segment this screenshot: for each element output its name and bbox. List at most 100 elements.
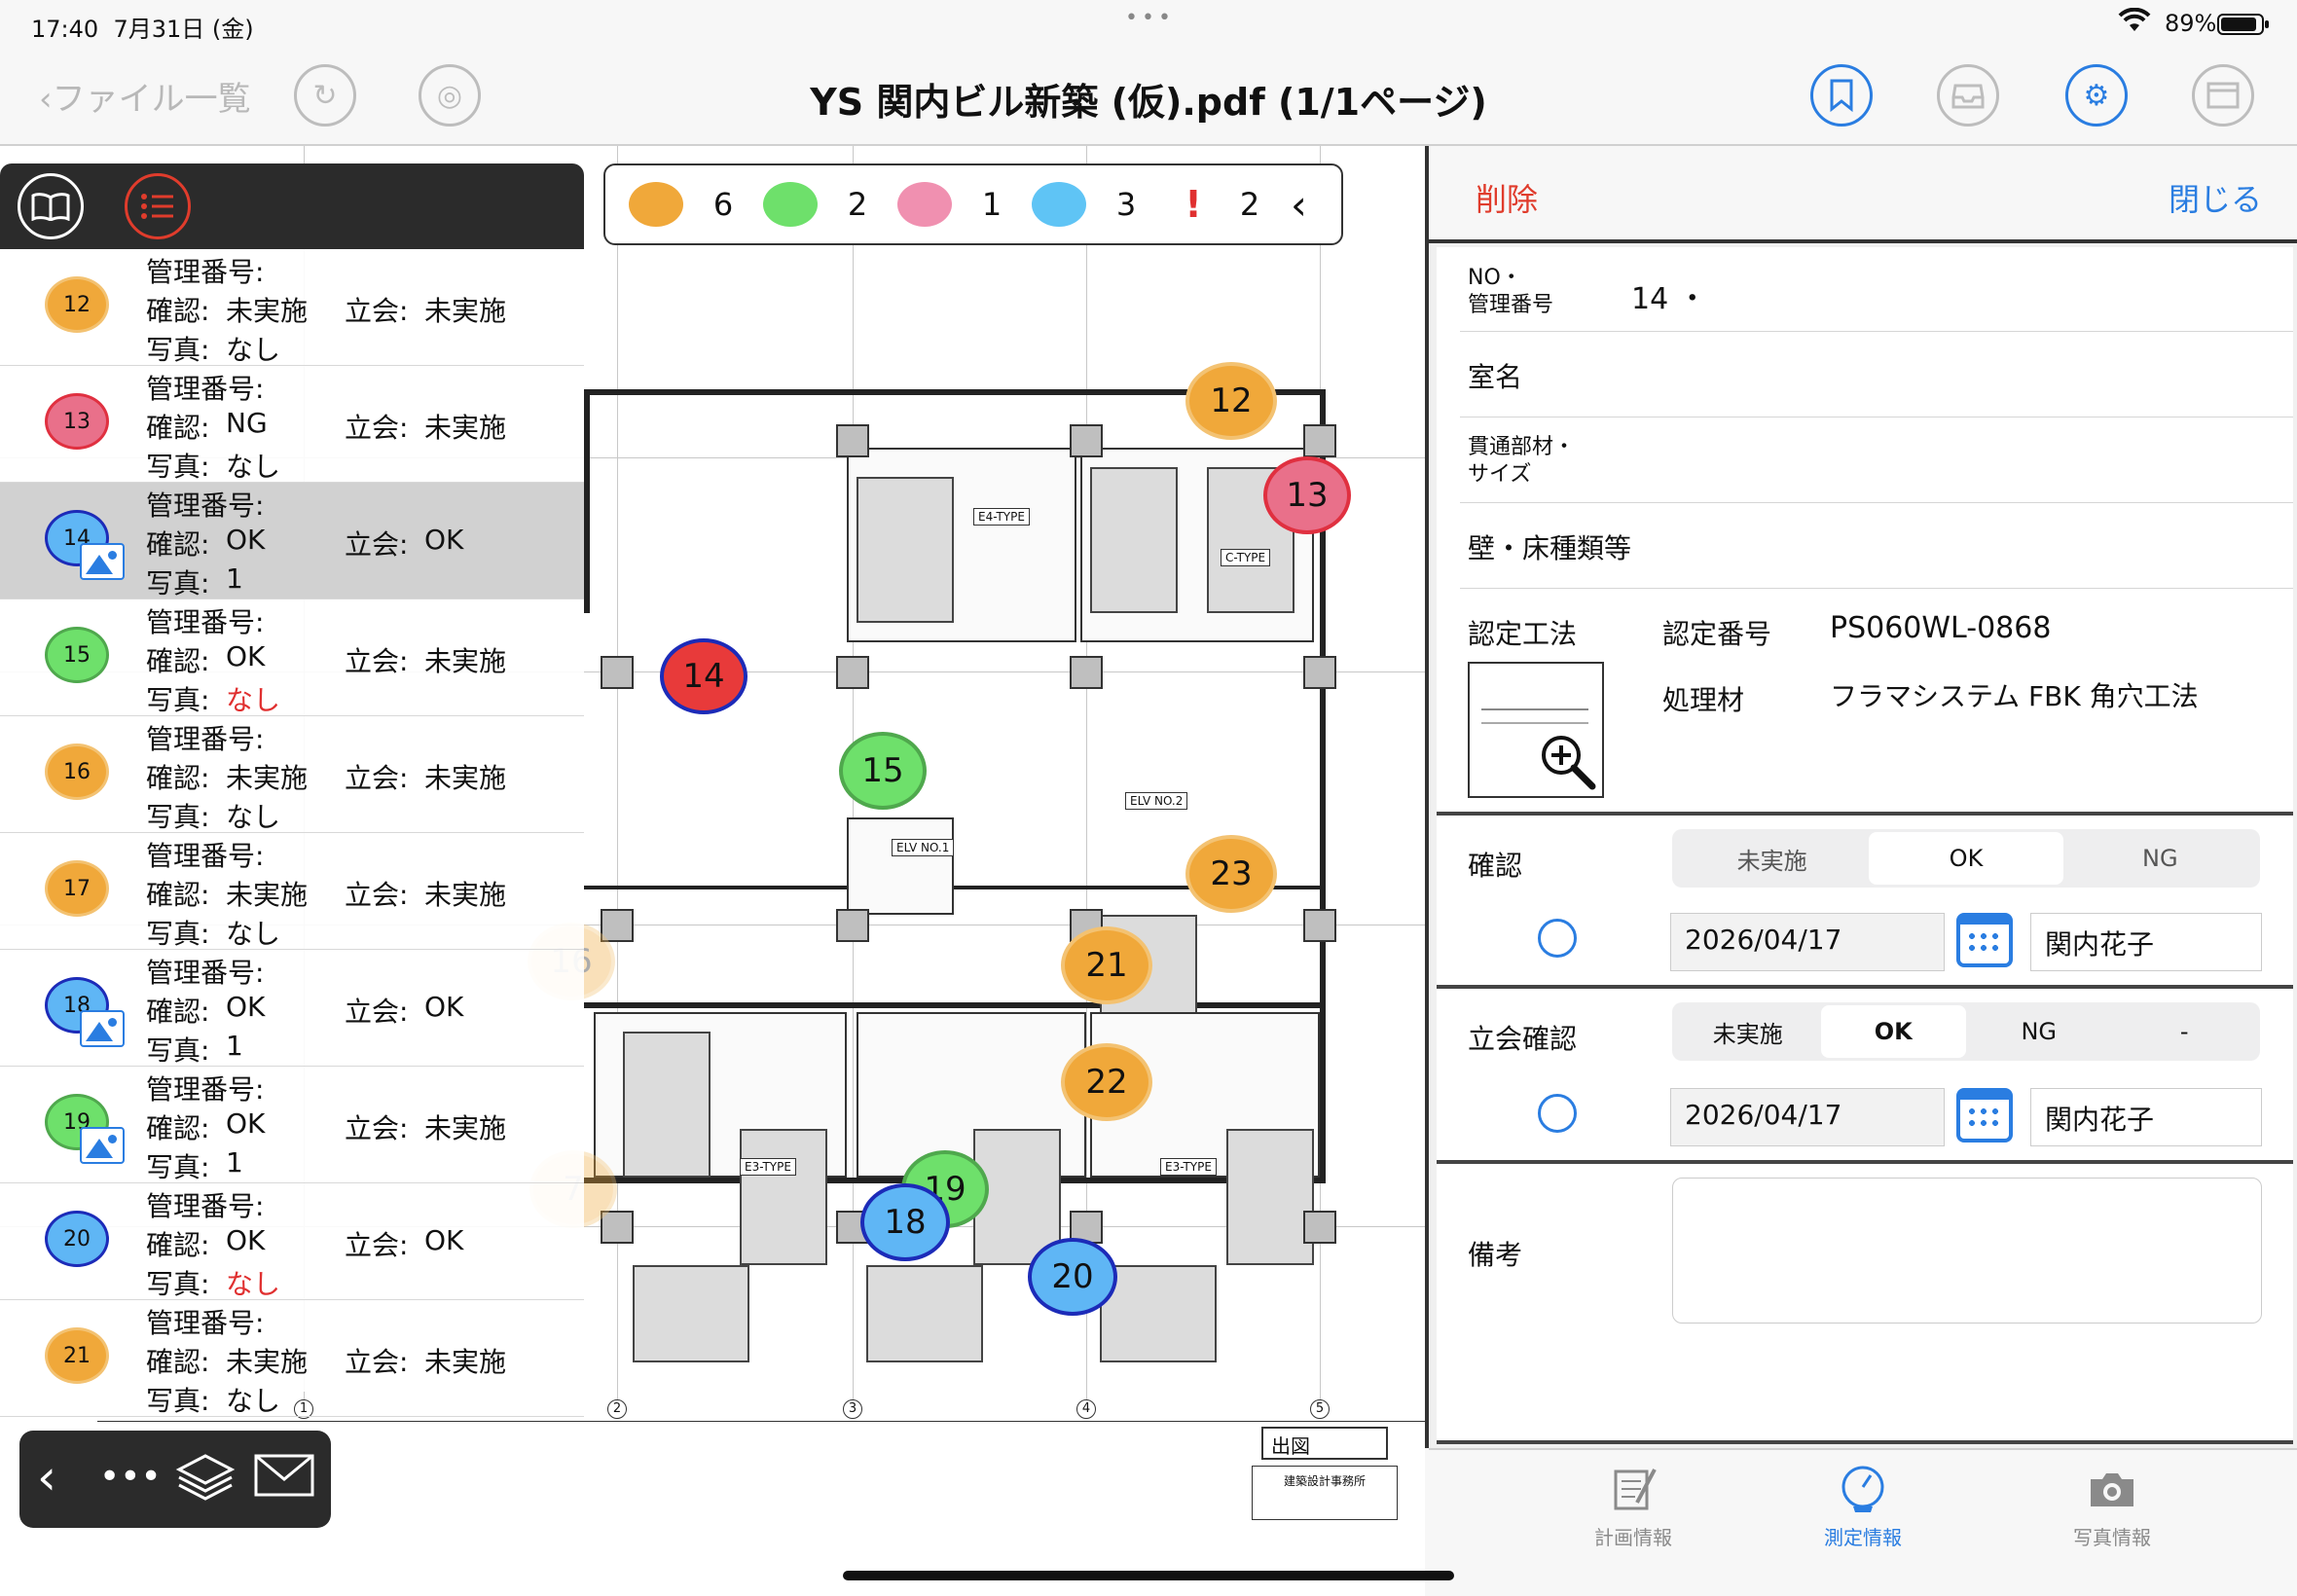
inspection-pin-23[interactable]: 23 [1185, 835, 1277, 913]
list-item[interactable]: 15 管理番号: 確認: OK 立会: 未実施 写真: なし [0, 599, 584, 716]
photo-value: なし [226, 801, 281, 833]
witness-option-ng[interactable]: NG [1966, 1005, 2112, 1058]
wifi-icon [2118, 7, 2151, 39]
confirm-date-field[interactable]: 2026/04/17 [1670, 913, 1945, 971]
method-thumbnail[interactable] [1468, 662, 1604, 798]
inspection-pin-13[interactable]: 13 [1263, 456, 1351, 534]
list-item[interactable]: 17 管理番号: 確認: 未実施 立会: 未実施 写真: なし [0, 833, 584, 950]
multitasking-dots[interactable]: ••• [1125, 6, 1175, 30]
confirm-label: 確認: [146, 996, 210, 1028]
witness-segmented-control: 未実施 OK NG - [1672, 1002, 2260, 1061]
window-button[interactable] [2192, 64, 2254, 127]
collapse-legend-button[interactable]: ‹ [1291, 181, 1307, 229]
inbox-button[interactable] [1937, 64, 1999, 127]
confirm-value: 未実施 [226, 1346, 309, 1378]
photo-value: 1 [226, 1030, 243, 1062]
status-legend-bar: 6 2 1 3 ! 2 ‹ [603, 163, 1343, 245]
tab-measure-info[interactable]: 測定情報 [1766, 1464, 1960, 1550]
drawing-toolbar: ‹ ••• [19, 1431, 331, 1528]
cert-no-value: PS060WL-0868 [1830, 611, 2052, 645]
inspection-pin-21[interactable]: 21 [1061, 926, 1152, 1004]
confirm-label: 確認: [146, 762, 210, 794]
detail-header: 削除 閉じる [1429, 146, 2297, 243]
list-view-button[interactable] [125, 173, 191, 239]
structural-column [1303, 424, 1336, 457]
inspection-pin-22[interactable]: 22 [1061, 1043, 1152, 1121]
material-label: 処理材 [1662, 684, 1745, 716]
management-no-label: 管理番号: [146, 957, 265, 989]
witness-option-not-done[interactable]: 未実施 [1675, 1005, 1821, 1058]
inspection-pin-14[interactable]: 14 [660, 638, 747, 714]
inspection-pin-12[interactable]: 12 [1185, 362, 1277, 440]
witness-label: 立会確認 [1468, 1023, 1578, 1055]
tab-plan-info[interactable]: 計画情報 [1536, 1464, 1731, 1550]
witness-label: 立会: [345, 762, 409, 794]
list-item[interactable]: 13 管理番号: 確認: NG 立会: 未実施 写真: なし [0, 366, 584, 483]
alert-icon[interactable]: ! [1166, 183, 1221, 226]
memo-textarea[interactable] [1672, 1178, 2262, 1324]
inspection-pin-18[interactable]: 18 [860, 1183, 950, 1261]
settings-button[interactable]: ⚙ [2065, 64, 2128, 127]
management-no-label: 管理番号: [146, 1190, 265, 1222]
book-button[interactable] [18, 173, 84, 239]
list-item[interactable]: 12 管理番号: 確認: 未実施 立会: 未実施 写真: なし [0, 249, 584, 366]
witness-value: OK [424, 1224, 464, 1256]
confirm-option-not-done[interactable]: 未実施 [1675, 832, 1869, 885]
chevron-left-icon[interactable]: ‹ [37, 1450, 56, 1505]
legend-green-dot[interactable] [763, 182, 818, 227]
close-button[interactable]: 閉じる [2169, 175, 2262, 220]
delete-button[interactable]: 削除 [1476, 175, 1538, 220]
confirm-value: OK [226, 1224, 266, 1256]
list-item-pin: 20 [45, 1211, 109, 1267]
list-item[interactable]: 18 管理番号: 確認: OK 立会: OK 写真: 1 [0, 950, 584, 1067]
confirm-radio[interactable] [1538, 919, 1577, 958]
section-divider [1437, 1440, 2293, 1444]
grid-axis-marker: 2 [607, 1399, 627, 1419]
list-item[interactable]: 20 管理番号: 確認: OK 立会: OK 写真: なし [0, 1183, 584, 1300]
confirm-person-field[interactable]: 関内花子 [2030, 913, 2262, 971]
photo-value: なし [226, 684, 281, 716]
photo-value: なし [226, 1385, 281, 1417]
confirm-value: OK [226, 991, 266, 1023]
zoom-in-icon[interactable] [1538, 732, 1598, 792]
legend-orange-dot[interactable] [629, 182, 683, 227]
unit-type-label: C-TYPE [1221, 549, 1271, 566]
layers-icon[interactable] [175, 1450, 236, 1515]
witness-person-field[interactable]: 関内花子 [2030, 1088, 2262, 1146]
witness-radio[interactable] [1538, 1094, 1577, 1133]
management-no-label: 管理番号: [146, 490, 265, 522]
witness-value: 未実施 [424, 879, 507, 911]
witness-option-none[interactable]: - [2112, 1005, 2258, 1058]
battery-icon [2217, 14, 2269, 35]
inspection-pin-20[interactable]: 20 [1028, 1238, 1117, 1316]
tab-photo-info[interactable]: 写真情報 [2015, 1464, 2209, 1550]
confirm-option-ok[interactable]: OK [1869, 832, 2063, 885]
witness-option-ok[interactable]: OK [1820, 1005, 1966, 1058]
tray-icon [1951, 84, 1985, 109]
room-unit [740, 1129, 827, 1265]
management-no-label: 管理番号: [146, 606, 265, 638]
legend-pink-dot[interactable] [897, 182, 952, 227]
no-label: NO・ 管理番号 [1468, 266, 1554, 317]
bookmark-button[interactable] [1810, 64, 1873, 127]
list-item[interactable]: 19 管理番号: 確認: OK 立会: 未実施 写真: 1 [0, 1067, 584, 1183]
list-item[interactable]: 16 管理番号: 確認: 未実施 立会: 未実施 写真: なし [0, 716, 584, 833]
more-icon[interactable]: ••• [99, 1450, 162, 1505]
inspection-pin-15[interactable]: 15 [839, 732, 927, 810]
photo-label: 写真: [146, 451, 210, 483]
room-unit [633, 1265, 749, 1362]
calendar-icon[interactable] [1956, 1088, 2013, 1143]
photo-label: 写真: [146, 1385, 210, 1417]
mail-icon[interactable] [253, 1450, 315, 1509]
calendar-icon[interactable] [1956, 913, 2013, 967]
list-item[interactable]: 14 管理番号: 確認: OK 立会: OK 写真: 1 [0, 483, 584, 599]
confirm-label: 確認: [146, 1346, 210, 1378]
legend-blue-dot[interactable] [1032, 182, 1086, 227]
witness-value: OK [424, 991, 464, 1023]
witness-date-field[interactable]: 2026/04/17 [1670, 1088, 1945, 1146]
status-time: 17:40 7月31日 (金) [31, 16, 254, 43]
list-item[interactable]: 21 管理番号: 確認: 未実施 立会: 未実施 写真: なし [0, 1300, 584, 1417]
grid-axis-marker: 3 [843, 1399, 862, 1419]
no-value[interactable]: 14 ・ [1631, 274, 1707, 317]
confirm-option-ng[interactable]: NG [2063, 832, 2257, 885]
